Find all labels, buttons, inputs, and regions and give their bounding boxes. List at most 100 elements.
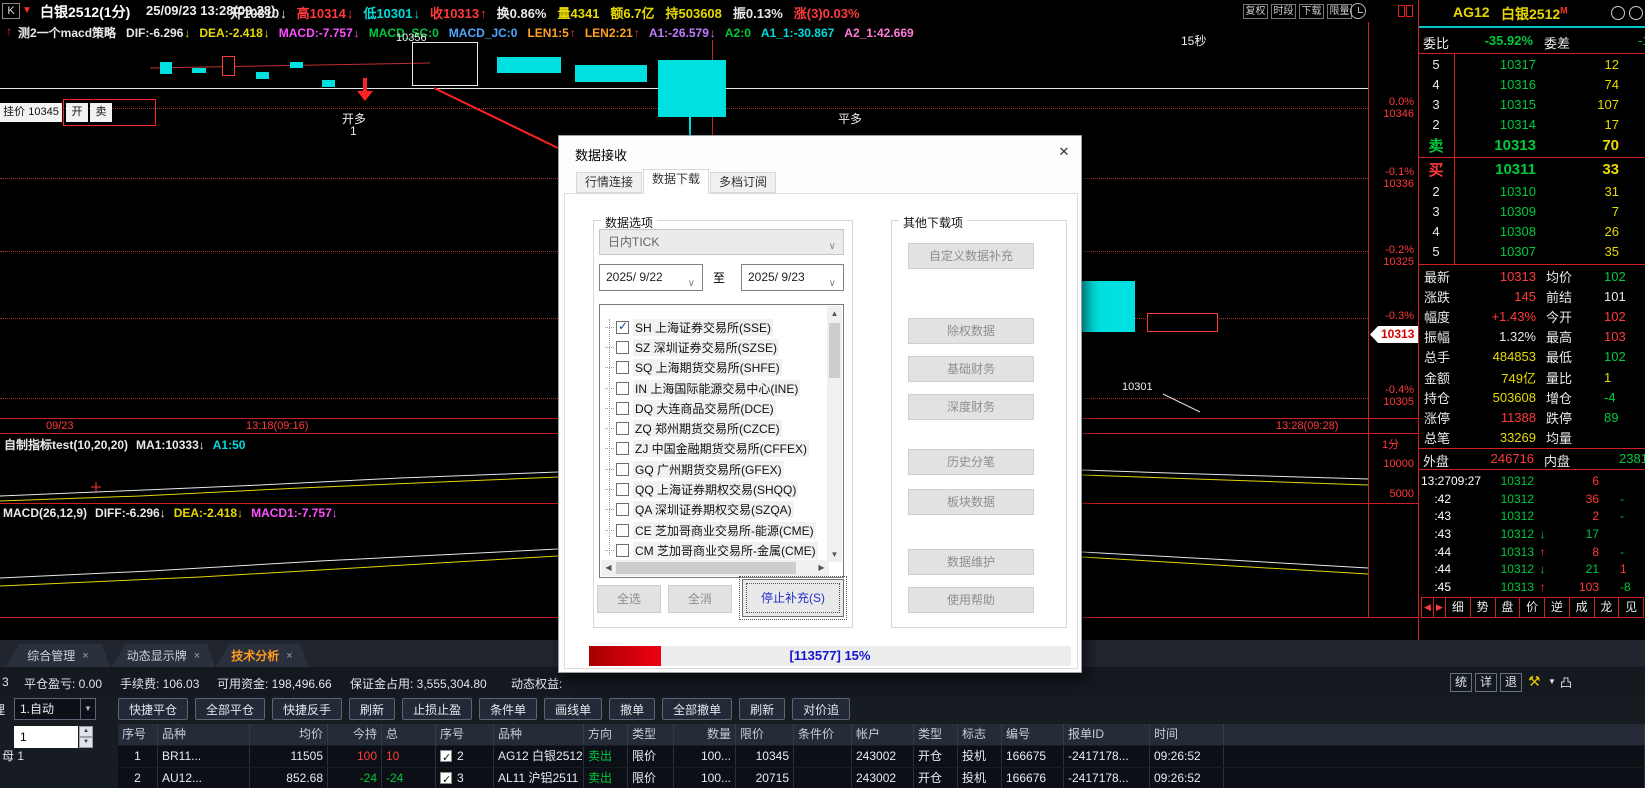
trade-toolbar-button[interactable]: 撤单 (609, 698, 655, 720)
tools-icon[interactable]: ⚒ (1528, 673, 1541, 690)
exchange-item[interactable]: QQ 上海证券期权交易(SHQQ) (601, 479, 827, 499)
exchange-checkbox[interactable] (616, 463, 629, 476)
sell-button[interactable]: 卖 (90, 103, 112, 122)
close-icon[interactable]: ✕ (1051, 141, 1077, 163)
col-header[interactable]: 总 (382, 724, 436, 745)
date-from-select[interactable]: 2025/ 9/22∨ (599, 264, 703, 291)
quantity-input[interactable]: 1 (14, 726, 78, 748)
scroll-thumb[interactable] (616, 562, 796, 574)
chart-toolbar-button[interactable]: 下载 (1299, 4, 1324, 19)
history-tick-button[interactable]: 历史分笔 (908, 449, 1034, 475)
open-button[interactable]: 开 (66, 103, 88, 122)
col-header[interactable]: 报单ID (1064, 724, 1150, 745)
col-header[interactable]: 品种 (158, 724, 250, 745)
close-tab-icon[interactable]: × (286, 650, 292, 662)
mini-tab[interactable]: 龙 (1595, 598, 1620, 617)
exchange-item[interactable]: SQ 上海期货交易所(SHFE) (601, 358, 827, 378)
timer-icon[interactable] (1629, 6, 1643, 20)
ask-row[interactable]: 21031417 (1419, 114, 1645, 134)
exchange-checkbox[interactable] (616, 442, 629, 455)
custom-data-button[interactable]: 自定义数据补充 (908, 243, 1034, 269)
exchange-checkbox[interactable] (616, 503, 629, 516)
mini-tab[interactable]: 盘 (1496, 598, 1521, 617)
scroll-left-icon[interactable]: ◀ (601, 560, 616, 576)
dropdown-caret-icon[interactable]: ▼ (1548, 677, 1556, 686)
row-checkbox[interactable] (440, 750, 452, 762)
split-window-icon[interactable] (1398, 5, 1413, 17)
exright-data-button[interactable]: 除权数据 (908, 318, 1034, 344)
tab-multi-level-subscribe[interactable]: 多档订阅 (710, 172, 776, 193)
stop-supplement-button[interactable]: 停止补充(S) (742, 579, 844, 617)
sector-data-button[interactable]: 板块数据 (908, 489, 1034, 515)
exchange-item[interactable]: IN 上海国际能源交易中心(INE) (601, 378, 827, 398)
col-header[interactable]: 类型 (914, 724, 958, 745)
tab-technical-analysis[interactable]: 技术分析× (216, 644, 308, 667)
close-tab-icon[interactable]: × (194, 650, 200, 662)
ask-row[interactable]: 卖1031370 (1419, 134, 1645, 157)
col-header[interactable]: 品种 (494, 724, 584, 745)
date-to-select[interactable]: 2025/ 9/23∨ (741, 264, 844, 291)
exchange-checkbox[interactable] (616, 524, 629, 537)
trade-toolbar-button[interactable]: 刷新 (349, 698, 395, 720)
kline-mode-button[interactable]: K (2, 3, 20, 19)
trade-toolbar-button[interactable]: 对价追 (792, 698, 850, 720)
tab-market-connection[interactable]: 行情连接 (576, 172, 642, 193)
clear-all-button[interactable]: 全消 (668, 585, 732, 613)
ask-row[interactable]: 51031712 (1419, 54, 1645, 74)
scroll-down-icon[interactable]: ▼ (827, 547, 842, 562)
exchange-checkbox[interactable] (616, 544, 629, 557)
exchange-item[interactable]: SH 上海证券交易所(SSE) (601, 317, 827, 337)
col-header[interactable]: 标志 (958, 724, 1002, 745)
row-checkbox[interactable] (440, 772, 452, 784)
vertical-scrollbar[interactable]: ▲ ▼ (827, 306, 842, 562)
mini-tab[interactable]: 势 (1471, 598, 1496, 617)
exchange-checkbox[interactable] (616, 483, 629, 496)
col-header[interactable]: 帐户 (852, 724, 914, 745)
exchange-item[interactable]: QA 深圳证券期权交易(SZQA) (601, 500, 827, 520)
bid-row[interactable]: 21031031 (1419, 181, 1645, 201)
col-header[interactable]: 限价 (736, 724, 794, 745)
exchange-item[interactable]: ZQ 郑州期货交易所(CZCE) (601, 418, 827, 438)
exchange-item[interactable]: CE 芝加哥商业交易所-能源(CME) (601, 520, 827, 540)
col-header[interactable]: 时间 (1150, 724, 1224, 745)
bid-row[interactable]: 51030735 (1419, 241, 1645, 261)
bid-row[interactable]: 41030826 (1419, 221, 1645, 241)
col-header[interactable]: 编号 (1002, 724, 1064, 745)
open-close-mode-select[interactable]: 1.自动▼ (14, 698, 96, 720)
trade-toolbar-button[interactable]: 全部撤单 (662, 698, 732, 720)
exchange-checkbox[interactable] (616, 321, 629, 334)
chart-toolbar-button[interactable]: 复权 (1243, 4, 1268, 19)
radio-icon[interactable] (1611, 6, 1625, 20)
mini-tab[interactable]: 价 (1520, 598, 1545, 617)
exchange-checkbox[interactable] (616, 341, 629, 354)
exchange-checkbox[interactable] (616, 402, 629, 415)
mini-tab[interactable]: 成 (1570, 598, 1595, 617)
ask-row[interactable]: 41031674 (1419, 74, 1645, 94)
trade-toolbar-button[interactable]: 条件单 (479, 698, 537, 720)
quantity-stepper[interactable]: ▲▼ (79, 726, 93, 748)
selected-candle-box[interactable] (412, 42, 478, 86)
scroll-left-icon[interactable]: ◀ (1422, 598, 1434, 617)
scroll-right-icon[interactable]: ▶ (1434, 598, 1446, 617)
tab-dynamic-board[interactable]: 动态显示牌× (112, 644, 215, 667)
chart-toolbar-button[interactable]: 时段 (1271, 4, 1296, 19)
help-button[interactable]: 使用帮助 (908, 587, 1034, 613)
exchange-checkbox[interactable] (616, 382, 629, 395)
step-up-icon[interactable]: ▲ (79, 726, 93, 737)
trade-toolbar-button[interactable]: 全部平仓 (195, 698, 265, 720)
col-header[interactable]: 今持 (328, 724, 382, 745)
clock-icon[interactable] (1350, 3, 1366, 19)
scroll-right-icon[interactable]: ▶ (814, 560, 829, 576)
data-maintenance-button[interactable]: 数据维护 (908, 549, 1034, 575)
deep-finance-button[interactable]: 深度财务 (908, 394, 1034, 420)
dialog-title-bar[interactable] (559, 136, 1081, 168)
col-header[interactable]: 序号 (118, 724, 158, 745)
exchange-item[interactable]: ZJ 中国金融期货交易所(CFFEX) (601, 439, 827, 459)
exchange-checkbox[interactable] (616, 361, 629, 374)
mini-tab[interactable]: 见 (1619, 598, 1643, 617)
exchange-item[interactable]: GQ 广州期货交易所(GFEX) (601, 459, 827, 479)
col-header[interactable]: 序号 (436, 724, 494, 745)
mini-tab[interactable]: 细 (1446, 598, 1471, 617)
col-header[interactable]: 均价 (250, 724, 328, 745)
kline-dropdown-icon[interactable]: ▼ (22, 5, 32, 16)
